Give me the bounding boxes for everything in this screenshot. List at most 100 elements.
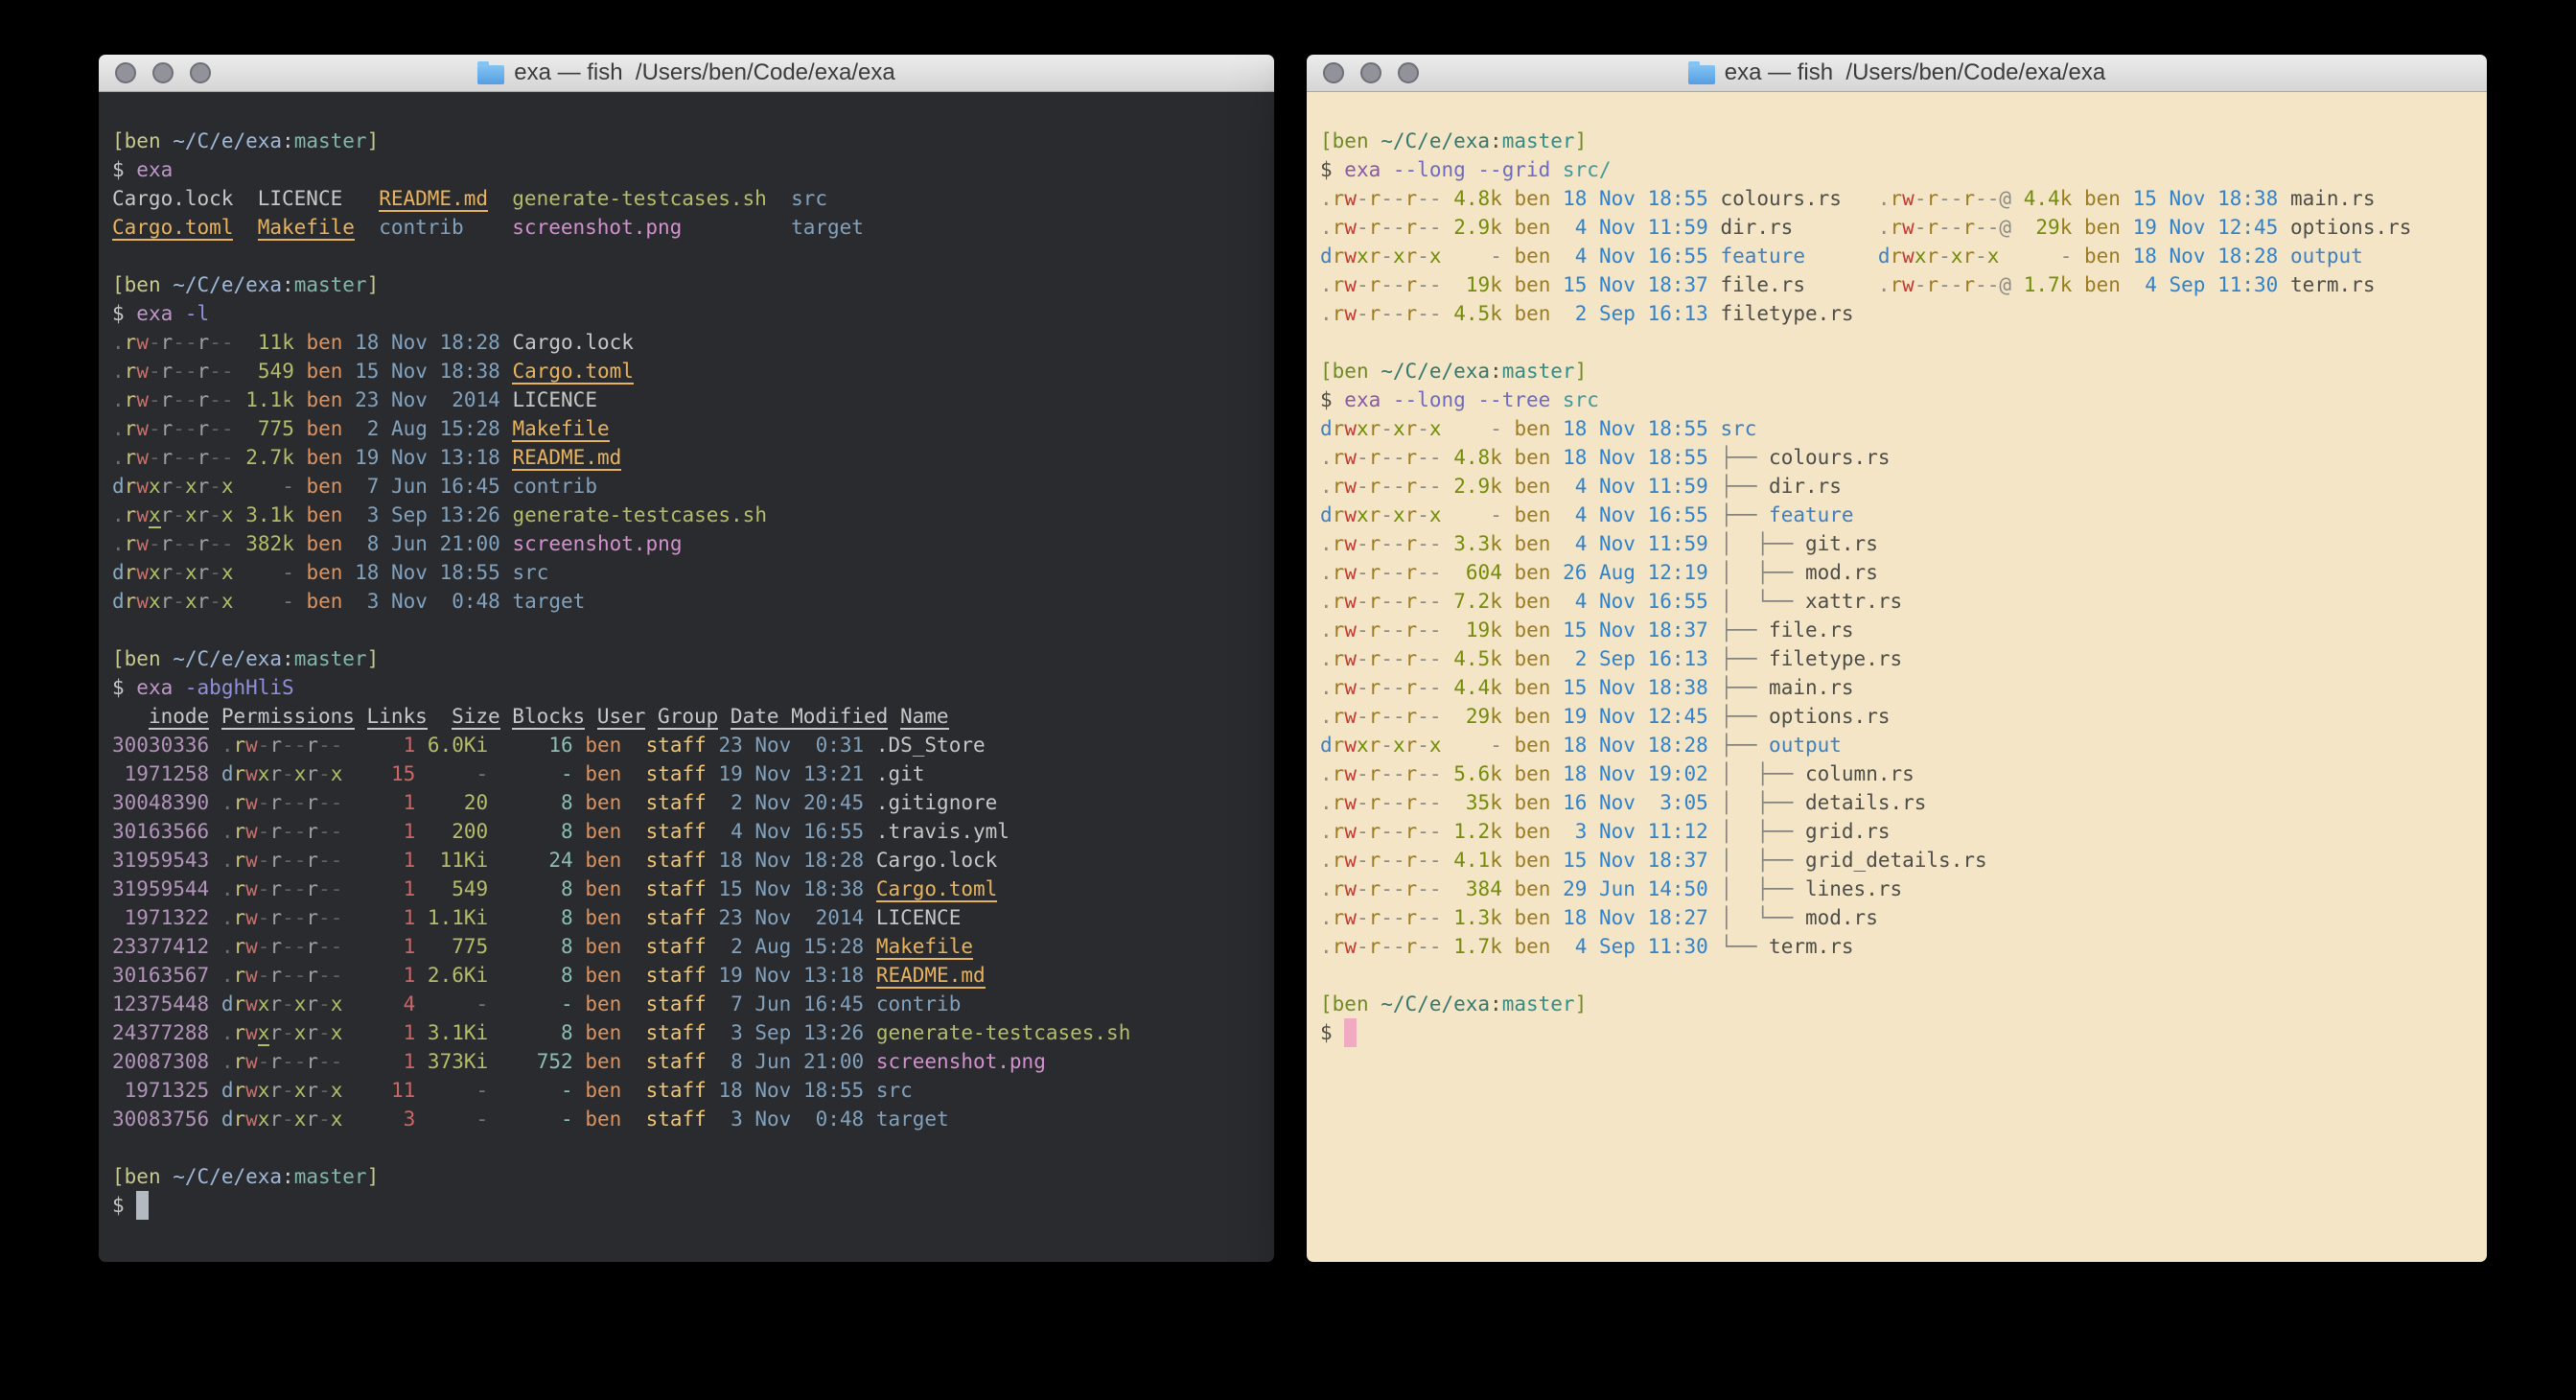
- text-segment: [707, 1079, 719, 1102]
- permission-char: w: [1344, 503, 1357, 526]
- text-segment: [294, 388, 307, 411]
- prompt-user: ben: [125, 129, 161, 152]
- permission-char: -: [331, 906, 343, 929]
- permission-char: -: [1417, 791, 1429, 814]
- permission-char: r: [233, 791, 245, 814]
- text-segment: [1550, 877, 1563, 900]
- text-segment: [488, 734, 500, 757]
- permission-char: x: [1429, 734, 1442, 757]
- text-segment: [2011, 187, 2024, 210]
- file-name: mod.rs: [1805, 561, 1878, 584]
- permission-char: -: [1393, 216, 1405, 239]
- text-segment: [573, 791, 586, 814]
- size-char: [1466, 734, 1478, 757]
- permission-char: -: [1429, 820, 1442, 843]
- size-char: k: [282, 388, 294, 411]
- prompt-line: [ben ~/C/e/exa:master]: [112, 127, 1261, 155]
- size-char: [2024, 245, 2036, 268]
- text-segment: [415, 849, 428, 872]
- text-segment: [634, 992, 646, 1015]
- text-segment: [1502, 935, 1515, 958]
- text-segment: [1442, 820, 1454, 843]
- text-segment: [2072, 216, 2084, 239]
- title-bar[interactable]: exa — fish /Users/ben/Code/exa/exa: [99, 55, 1274, 92]
- permission-char: d: [112, 561, 125, 584]
- text-segment: [161, 1165, 174, 1188]
- text-segment: [209, 705, 221, 728]
- title-bar[interactable]: exa — fish /Users/ben/Code/exa/exa: [1307, 55, 2487, 92]
- permission-char: -: [1381, 417, 1393, 440]
- text-segment: [1708, 417, 1721, 440]
- output-line: 24377288 .rwxr-xr-x 1 3.1Ki 8 ben staff …: [112, 1018, 1261, 1047]
- size-char: [428, 762, 440, 785]
- cursor-block[interactable]: [1344, 1018, 1357, 1047]
- permission-char: .: [221, 935, 234, 958]
- permission-char: -: [1975, 216, 1987, 239]
- permission-char: [342, 992, 355, 1015]
- permission-char: r: [197, 503, 210, 526]
- permission-char: w: [1344, 906, 1357, 929]
- permission-char: -: [1417, 503, 1429, 526]
- text-segment: [1502, 647, 1515, 670]
- date-modified: 15 Nov 18:38: [2133, 187, 2279, 210]
- size-char: .: [1466, 590, 1478, 613]
- permission-char: r: [306, 877, 318, 900]
- links-value: 1: [355, 791, 415, 814]
- permission-char: -: [1429, 475, 1442, 498]
- output-line: .rw-r--r-- 19k ben 15 Nov 18:37 ├── file…: [1320, 616, 2473, 644]
- permission-char: -: [1357, 273, 1369, 296]
- text-segment: [1502, 245, 1515, 268]
- permission-char: w: [1902, 216, 1915, 239]
- permission-char: w: [136, 475, 149, 498]
- text-segment: [488, 906, 500, 929]
- terminal-output-dark[interactable]: [ben ~/C/e/exa:master]$ exaCargo.lock LI…: [99, 92, 1274, 1262]
- size-char: k: [1490, 676, 1502, 699]
- file-name: mod.rs: [1805, 906, 1878, 929]
- permission-char: -: [1417, 590, 1429, 613]
- permission-char: r: [1405, 734, 1418, 757]
- permission-char: -: [221, 388, 234, 411]
- zoom-button-icon[interactable]: [1398, 62, 1419, 83]
- zoom-button-icon[interactable]: [190, 62, 211, 83]
- size-char: 3: [1453, 532, 1466, 555]
- file-name: feature: [1720, 245, 1805, 268]
- permission-char: -: [1393, 762, 1405, 785]
- permission-char: w: [1344, 734, 1357, 757]
- permission-char: .: [1320, 705, 1333, 728]
- permission-char: r: [1891, 216, 1903, 239]
- text-segment: [707, 964, 719, 987]
- output-line: .rw-r--r-- 3.3k ben 4 Nov 11:59 │ ├── gi…: [1320, 529, 2473, 558]
- minimize-button-icon[interactable]: [152, 62, 174, 83]
- permission-char: -: [221, 331, 234, 354]
- permission-char: w: [136, 590, 149, 613]
- permission-char: w: [136, 561, 149, 584]
- user-name: ben: [1515, 676, 1551, 699]
- links-value: 1: [355, 1021, 415, 1044]
- permission-char: x: [221, 503, 234, 526]
- cursor-block[interactable]: [136, 1191, 149, 1220]
- permission-char: -: [1417, 561, 1429, 584]
- permission-char: -: [1393, 475, 1405, 498]
- text-segment: [233, 216, 257, 239]
- permission-char: d: [221, 992, 234, 1015]
- text-segment: [864, 964, 876, 987]
- text-segment: [234, 388, 246, 411]
- close-button-icon[interactable]: [1323, 62, 1344, 83]
- permission-char: -: [1357, 590, 1369, 613]
- text-segment: [1550, 245, 1563, 268]
- permission-char: -: [209, 331, 221, 354]
- size-char: [440, 1108, 453, 1131]
- permission-char: -: [282, 820, 294, 843]
- permission-char: -: [294, 964, 307, 987]
- close-button-icon[interactable]: [115, 62, 136, 83]
- permission-char: -: [318, 1021, 331, 1044]
- terminal-output-light[interactable]: [ben ~/C/e/exa:master]$ exa --long --gri…: [1307, 92, 2487, 1262]
- file-name: filetype.rs: [1720, 302, 1853, 325]
- permission-char: -: [1987, 187, 2000, 210]
- file-name: .gitignore: [876, 791, 997, 814]
- file-name: lines.rs: [1805, 877, 1902, 900]
- output-line: 30083756 drwxr-xr-x 3 - - ben staff 3 No…: [112, 1105, 1261, 1133]
- minimize-button-icon[interactable]: [1360, 62, 1381, 83]
- permission-char: -: [1357, 820, 1369, 843]
- size-char: [1466, 503, 1478, 526]
